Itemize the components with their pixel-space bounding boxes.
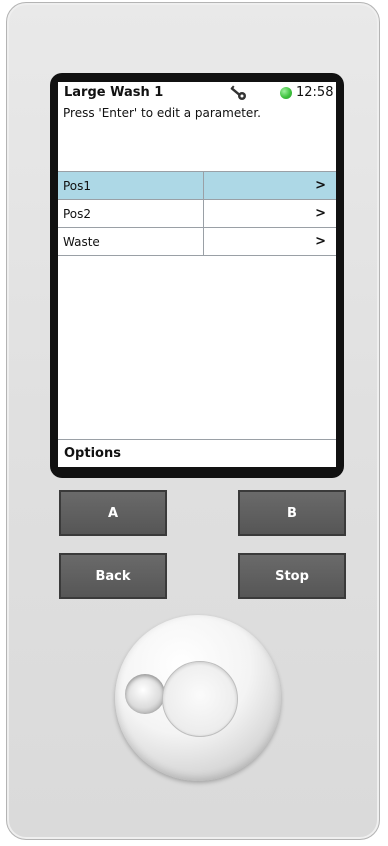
parameter-list: Pos1 > Pos2 > Waste >	[58, 171, 336, 256]
display-screen: Large Wash 1 12:58 Press 'Enter' to edit…	[58, 82, 336, 467]
instruction-text: Press 'Enter' to edit a parameter.	[63, 106, 261, 120]
a-button[interactable]: A	[59, 490, 167, 536]
column-divider	[203, 172, 204, 199]
column-divider	[203, 200, 204, 227]
list-item-pos1[interactable]: Pos1 >	[58, 172, 336, 200]
title-bar: Large Wash 1 12:58	[58, 82, 336, 104]
back-button[interactable]: Back	[59, 553, 167, 599]
wheel-grip-dimple	[125, 674, 165, 714]
status-indicator-icon	[280, 87, 292, 99]
options-label: Options	[64, 446, 121, 461]
options-bar[interactable]: Options	[58, 439, 336, 467]
enter-button[interactable]	[162, 661, 238, 737]
list-item-waste[interactable]: Waste >	[58, 228, 336, 256]
column-divider	[203, 228, 204, 255]
key-icon	[230, 85, 246, 100]
chevron-right-icon: >	[315, 206, 326, 221]
stop-button[interactable]: Stop	[238, 553, 346, 599]
list-item-label: Pos1	[63, 179, 92, 193]
chevron-right-icon: >	[315, 178, 326, 193]
list-item-label: Waste	[63, 235, 100, 249]
list-item-pos2[interactable]: Pos2 >	[58, 200, 336, 228]
chevron-right-icon: >	[315, 234, 326, 249]
screen-title: Large Wash 1	[64, 85, 164, 100]
display-bezel: Large Wash 1 12:58 Press 'Enter' to edit…	[50, 73, 344, 478]
clock-time: 12:58	[296, 85, 334, 100]
b-button[interactable]: B	[238, 490, 346, 536]
list-item-label: Pos2	[63, 207, 92, 221]
control-panel: Large Wash 1 12:58 Press 'Enter' to edit…	[6, 2, 380, 840]
